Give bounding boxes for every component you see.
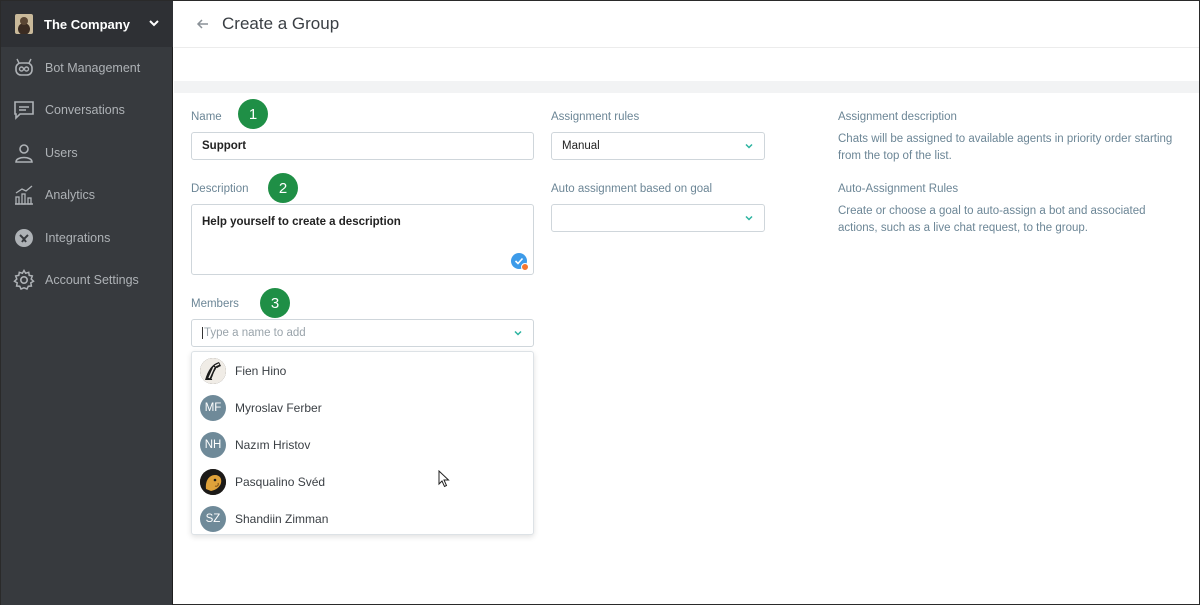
- name-field[interactable]: Support: [191, 132, 534, 160]
- avatar: [200, 469, 226, 495]
- assignment-rules-label: Assignment rules: [551, 111, 640, 123]
- chevron-down-icon: [745, 215, 753, 221]
- sidebar-item-label: Bot Management: [45, 61, 141, 75]
- sidebar: The Company Bot Management Conversations…: [1, 1, 173, 605]
- name-label: Name: [191, 111, 222, 123]
- members-search-input[interactable]: Type a name to add: [191, 319, 534, 347]
- auto-assignment-select[interactable]: [551, 204, 765, 232]
- members-dropdown: Fien Hino MF Myroslav Ferber NH Nazım Hr…: [191, 351, 534, 535]
- auto-assignment-label: Auto assignment based on goal: [551, 183, 713, 195]
- assignment-rules-select[interactable]: Manual: [551, 132, 765, 160]
- chevron-down-icon[interactable]: [147, 16, 161, 30]
- member-option[interactable]: SZ Shandiin Zimman: [200, 505, 328, 533]
- page-title: Create a Group: [222, 14, 340, 33]
- description-label: Description: [191, 183, 249, 195]
- sidebar-item-label: Account Settings: [45, 273, 139, 287]
- member-name: Myroslav Ferber: [235, 401, 322, 415]
- page-header: Create a Group: [174, 1, 1199, 48]
- member-name: Fien Hino: [235, 364, 287, 378]
- dog-photo-icon: [200, 469, 226, 495]
- step-badge-1: 1: [238, 99, 268, 129]
- sidebar-item-bot-management[interactable]: Bot Management: [1, 48, 173, 88]
- zebra-photo-icon: [200, 358, 226, 384]
- chat-icon: [13, 99, 35, 121]
- member-option[interactable]: NH Nazım Hristov: [200, 431, 310, 459]
- name-field-value: Support: [202, 140, 247, 152]
- bar-chart-icon: [13, 184, 35, 206]
- member-name: Shandiin Zimman: [235, 512, 329, 526]
- sidebar-item-integrations[interactable]: Integrations: [1, 218, 173, 258]
- assignment-rules-value: Manual: [562, 140, 600, 152]
- integrations-icon: [13, 227, 35, 249]
- auto-rules-title: Auto-Assignment Rules: [838, 183, 959, 195]
- chevron-down-icon: [745, 143, 753, 149]
- back-arrow-icon[interactable]: [196, 17, 210, 31]
- company-name: The Company: [44, 16, 130, 32]
- sidebar-item-label: Analytics: [45, 188, 96, 202]
- step-badge-2: 2: [268, 173, 298, 203]
- member-option[interactable]: Fien Hino: [200, 357, 286, 385]
- avatar: NH: [200, 432, 226, 458]
- user-icon: [13, 142, 35, 164]
- sidebar-item-analytics[interactable]: Analytics: [1, 175, 173, 215]
- avatar: SZ: [200, 506, 226, 532]
- assignment-description-title: Assignment description: [838, 111, 957, 123]
- sidebar-item-label: Users: [45, 146, 78, 160]
- sidebar-item-conversations[interactable]: Conversations: [1, 90, 173, 130]
- member-option[interactable]: Pasqualino Svéd: [200, 468, 325, 496]
- members-placeholder: Type a name to add: [204, 327, 306, 339]
- text-caret: [202, 327, 203, 339]
- assignment-description-text: Chats will be assigned to available agen…: [838, 133, 1173, 162]
- auto-rules-text: Create or choose a goal to auto-assign a…: [838, 205, 1146, 234]
- step-badge-3: 3: [260, 288, 290, 318]
- avatar: MF: [200, 395, 226, 421]
- bot-icon: [13, 57, 35, 79]
- sidebar-item-label: Integrations: [45, 231, 111, 245]
- description-field[interactable]: Help yourself to create a description: [191, 204, 534, 275]
- company-switcher[interactable]: The Company: [1, 1, 173, 47]
- sidebar-item-account-settings[interactable]: Account Settings: [1, 260, 173, 300]
- member-name: Nazım Hristov: [235, 438, 311, 452]
- company-logo-icon: [15, 14, 33, 34]
- member-option[interactable]: MF Myroslav Ferber: [200, 394, 322, 422]
- members-label: Members: [191, 298, 239, 310]
- mouse-cursor-icon: [438, 470, 450, 488]
- grammar-check-icon[interactable]: [511, 253, 529, 271]
- gear-icon: [13, 269, 35, 291]
- sidebar-item-label: Conversations: [45, 103, 125, 117]
- main-content: Create a Group Name 1 Support Descriptio…: [174, 1, 1199, 605]
- description-field-value: Help yourself to create a description: [202, 216, 401, 228]
- divider-band: [174, 81, 1199, 93]
- member-name: Pasqualino Svéd: [235, 475, 326, 489]
- chevron-down-icon[interactable]: [513, 328, 523, 338]
- sidebar-item-users[interactable]: Users: [1, 133, 173, 173]
- avatar: [200, 358, 226, 384]
